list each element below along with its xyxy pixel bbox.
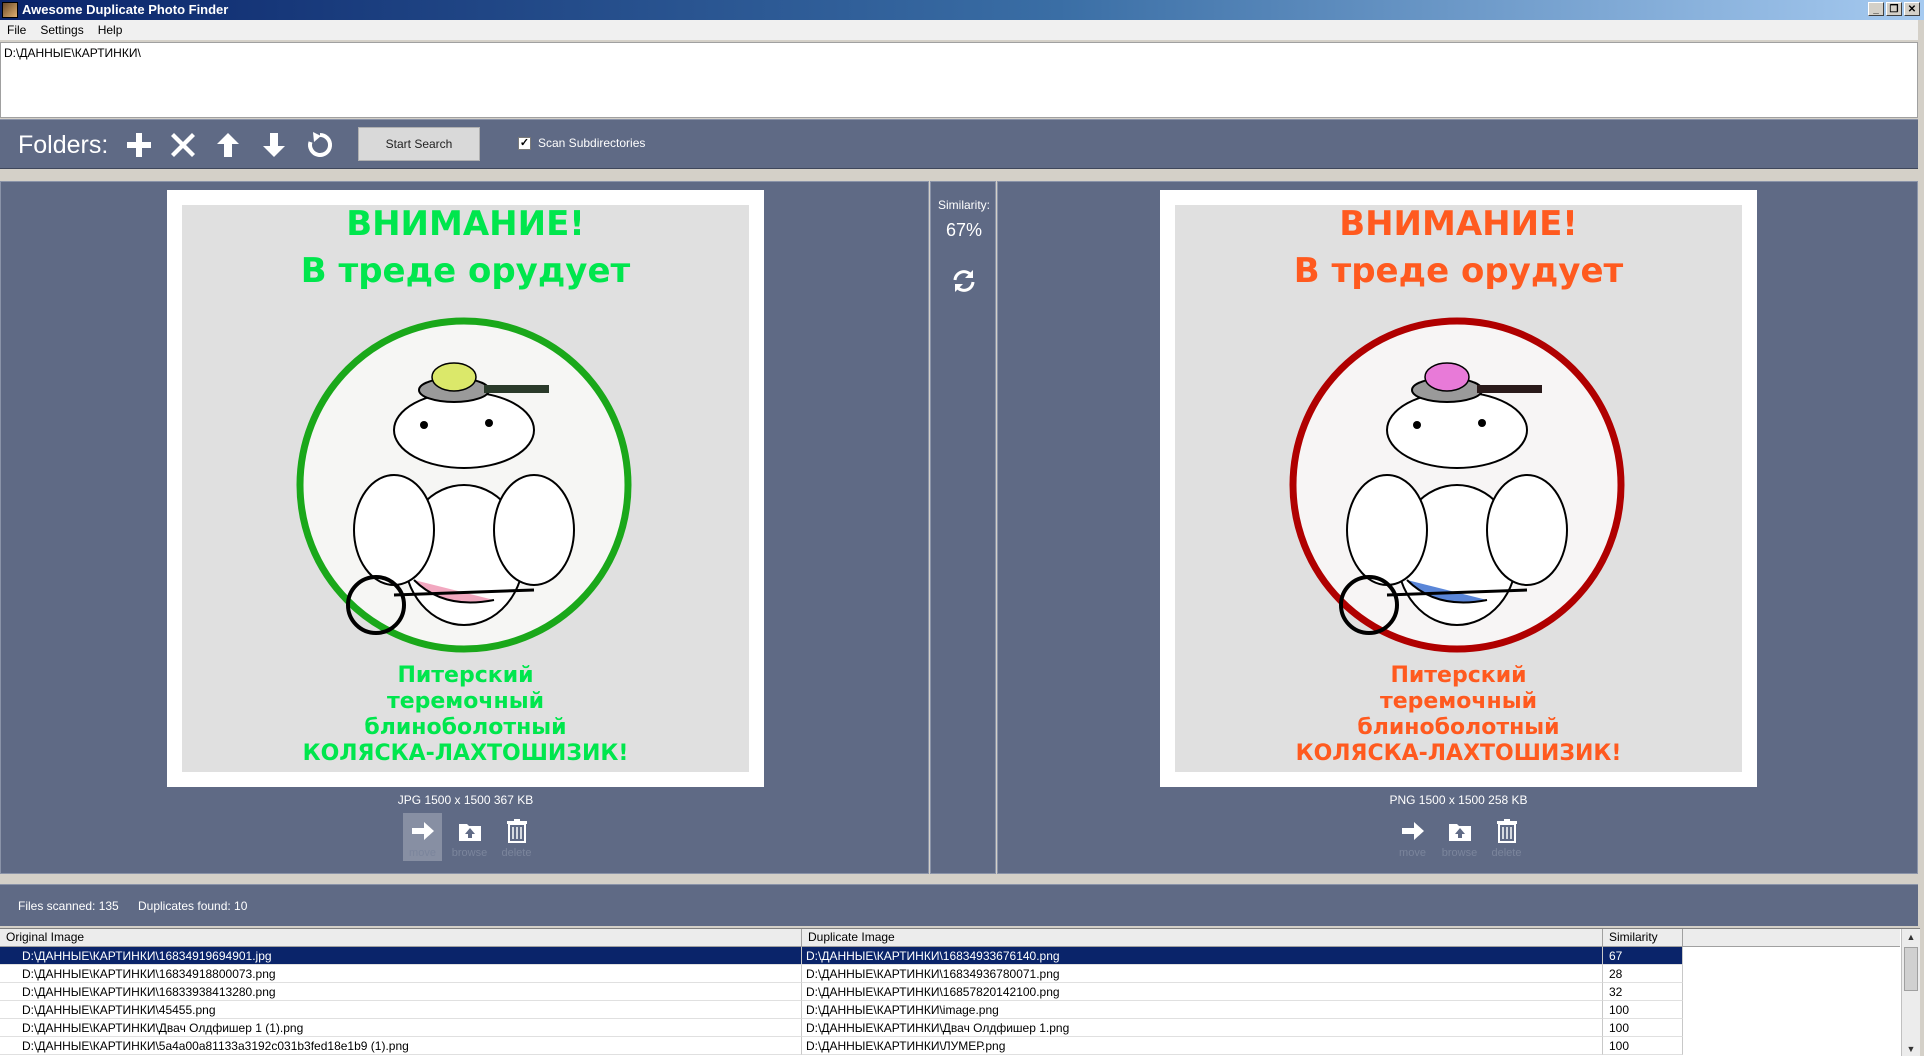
original-image-info: JPG 1500 x 1500 367 KB (397, 793, 534, 807)
similarity-value: 67% (945, 220, 983, 240)
app-icon (2, 2, 18, 18)
toolbar: Folders: Start Search ✓ Scan Subdirector… (0, 119, 1918, 169)
move-down-icon[interactable] (259, 130, 289, 160)
column-header-duplicate[interactable]: Duplicate Image (802, 929, 1603, 946)
folder-list-item[interactable]: D:\ДАННЫЕ\КАРТИНКИ\ (4, 46, 141, 60)
figure-illustration (1289, 317, 1625, 653)
cell-duplicate: D:\ДАННЫЕ\КАРТИНКИ\Двач Олдфишер 1.png (802, 1019, 1603, 1037)
scroll-up-icon[interactable]: ▲ (1902, 929, 1920, 945)
add-folder-icon[interactable] (124, 130, 154, 160)
original-image: ВНИМАНИЕ! В треде орудует Питерский тере… (182, 205, 749, 772)
image-header-line: В треде орудует (300, 251, 631, 291)
cell-original: D:\ДАННЫЕ\КАРТИНКИ\5a4a00a81133a3192c031… (0, 1037, 802, 1055)
arrow-right-icon (411, 822, 434, 840)
window-edge (1918, 20, 1924, 1056)
image-footer-text: Питерский теремочный блиноболотный КОЛЯС… (302, 663, 629, 766)
arrow-right-icon (1401, 822, 1424, 840)
cell-original: D:\ДАННЫЕ\КАРТИНКИ\16834918800073.png (0, 965, 802, 983)
browse-button[interactable]: browse (1440, 813, 1479, 861)
scan-subdirectories-label: Scan Subdirectories (538, 136, 646, 150)
cell-duplicate: D:\ДАННЫЕ\КАРТИНКИ\image.png (802, 1001, 1603, 1019)
duplicate-image-preview[interactable]: ВНИМАНИЕ! В треде орудует Питерский тере… (1160, 190, 1757, 787)
close-button[interactable]: ✕ (1904, 2, 1920, 16)
cell-similarity: 100 (1603, 1037, 1683, 1055)
duplicates-found-text: Duplicates found: 10 (138, 899, 248, 913)
scroll-thumb[interactable] (1904, 947, 1918, 991)
similarity-label: Similarity: (937, 198, 990, 212)
scroll-down-icon[interactable]: ▼ (1902, 1041, 1920, 1056)
trash-icon (1496, 819, 1517, 843)
reset-icon[interactable] (305, 130, 335, 160)
cell-duplicate: D:\ДАННЫЕ\КАРТИНКИ\16834936780071.png (802, 965, 1603, 983)
trash-icon (506, 819, 527, 843)
menu-bar: File Settings Help (0, 20, 1924, 40)
cell-original: D:\ДАННЫЕ\КАРТИНКИ\45455.png (0, 1001, 802, 1019)
original-image-preview[interactable]: ВНИМАНИЕ! В треде орудует Питерский тере… (167, 190, 764, 787)
title-bar: Awesome Duplicate Photo Finder _ ❐ ✕ (0, 0, 1924, 20)
duplicate-image-panel: ВНИМАНИЕ! В треде орудует Питерский тере… (997, 181, 1918, 874)
original-image-panel: ВНИМАНИЕ! В треде орудует Питерский тере… (0, 181, 929, 874)
original-image-actions: move browse delete (403, 813, 536, 861)
duplicate-image-info: PNG 1500 x 1500 258 KB (1389, 793, 1528, 807)
cell-similarity: 67 (1603, 947, 1683, 965)
image-header-line: ВНИМАНИЕ! (1339, 205, 1578, 244)
table-row[interactable]: D:\ДАННЫЕ\КАРТИНКИ\5a4a00a81133a3192c031… (0, 1037, 1900, 1055)
move-up-icon[interactable] (213, 130, 243, 160)
results-table[interactable]: Original Image Duplicate Image Similarit… (0, 928, 1920, 1056)
start-search-button[interactable]: Start Search (358, 127, 480, 161)
move-button[interactable]: move (403, 813, 442, 861)
cell-similarity: 100 (1603, 1001, 1683, 1019)
duplicate-image: ВНИМАНИЕ! В треде орудует Питерский тере… (1175, 205, 1742, 772)
menu-file[interactable]: File (0, 20, 33, 40)
duplicate-image-actions: move browse delete (1393, 813, 1526, 861)
folder-list[interactable]: D:\ДАННЫЕ\КАРТИНКИ\ (0, 42, 1918, 118)
image-header-line: ВНИМАНИЕ! (346, 205, 585, 244)
figure-illustration (296, 317, 632, 653)
scan-subdirectories-checkbox[interactable]: ✓ (518, 136, 531, 150)
cell-original: D:\ДАННЫЕ\КАРТИНКИ\16834919694901.jpg (0, 947, 802, 965)
image-header-line: В треде орудует (1293, 251, 1624, 291)
cell-original: D:\ДАННЫЕ\КАРТИНКИ\16833938413280.png (0, 983, 802, 1001)
column-header-original[interactable]: Original Image (0, 929, 802, 946)
menu-help[interactable]: Help (91, 20, 130, 40)
table-row[interactable]: D:\ДАННЫЕ\КАРТИНКИ\16834918800073.png D:\… (0, 965, 1900, 983)
table-row[interactable]: D:\ДАННЫЕ\КАРТИНКИ\45455.png D:\ДАННЫЕ\КА… (0, 1001, 1900, 1019)
delete-button[interactable]: delete (1487, 813, 1526, 861)
cell-duplicate: D:\ДАННЫЕ\КАРТИНКИ\ЛУМЕР.png (802, 1037, 1603, 1055)
similarity-panel: Similarity: 67% (930, 181, 996, 874)
move-button[interactable]: move (1393, 813, 1432, 861)
minimize-button[interactable]: _ (1868, 2, 1884, 16)
table-row[interactable]: D:\ДАННЫЕ\КАРТИНКИ\16834919694901.jpg D:\… (0, 947, 1900, 965)
table-header: Original Image Duplicate Image Similarit… (0, 929, 1900, 947)
table-row[interactable]: D:\ДАННЫЕ\КАРТИНКИ\Двач Олдфишер 1 (1).p… (0, 1019, 1900, 1037)
swap-images-icon[interactable] (949, 266, 979, 296)
folder-up-icon (1448, 824, 1471, 841)
folders-label: Folders: (18, 131, 109, 159)
image-footer-text: Питерский теремочный блиноболотный КОЛЯС… (1295, 663, 1622, 766)
restore-button[interactable]: ❐ (1886, 2, 1902, 16)
cell-original: D:\ДАННЫЕ\КАРТИНКИ\Двач Олдфишер 1 (1).p… (0, 1019, 802, 1037)
remove-folder-icon[interactable] (168, 130, 198, 160)
cell-similarity: 28 (1603, 965, 1683, 983)
table-row[interactable]: D:\ДАННЫЕ\КАРТИНКИ\16833938413280.png D:\… (0, 983, 1900, 1001)
cell-similarity: 32 (1603, 983, 1683, 1001)
menu-settings[interactable]: Settings (33, 20, 90, 40)
cell-similarity: 100 (1603, 1019, 1683, 1037)
scan-subdirectories-toggle[interactable]: ✓ Scan Subdirectories (518, 136, 645, 150)
cell-duplicate: D:\ДАННЫЕ\КАРТИНКИ\16857820142100.png (802, 983, 1603, 1001)
delete-button[interactable]: delete (497, 813, 536, 861)
status-bar: Files scanned: 135 Duplicates found: 10 (0, 884, 1918, 926)
window-controls: _ ❐ ✕ (1868, 2, 1920, 16)
table-scrollbar[interactable]: ▲ ▼ (1901, 929, 1920, 1056)
cell-duplicate: D:\ДАННЫЕ\КАРТИНКИ\16834933676140.png (802, 947, 1603, 965)
browse-button[interactable]: browse (450, 813, 489, 861)
files-scanned-text: Files scanned: 135 (18, 899, 119, 913)
folder-up-icon (458, 824, 481, 841)
column-header-similarity[interactable]: Similarity (1603, 929, 1683, 946)
window-title: Awesome Duplicate Photo Finder (22, 2, 229, 17)
